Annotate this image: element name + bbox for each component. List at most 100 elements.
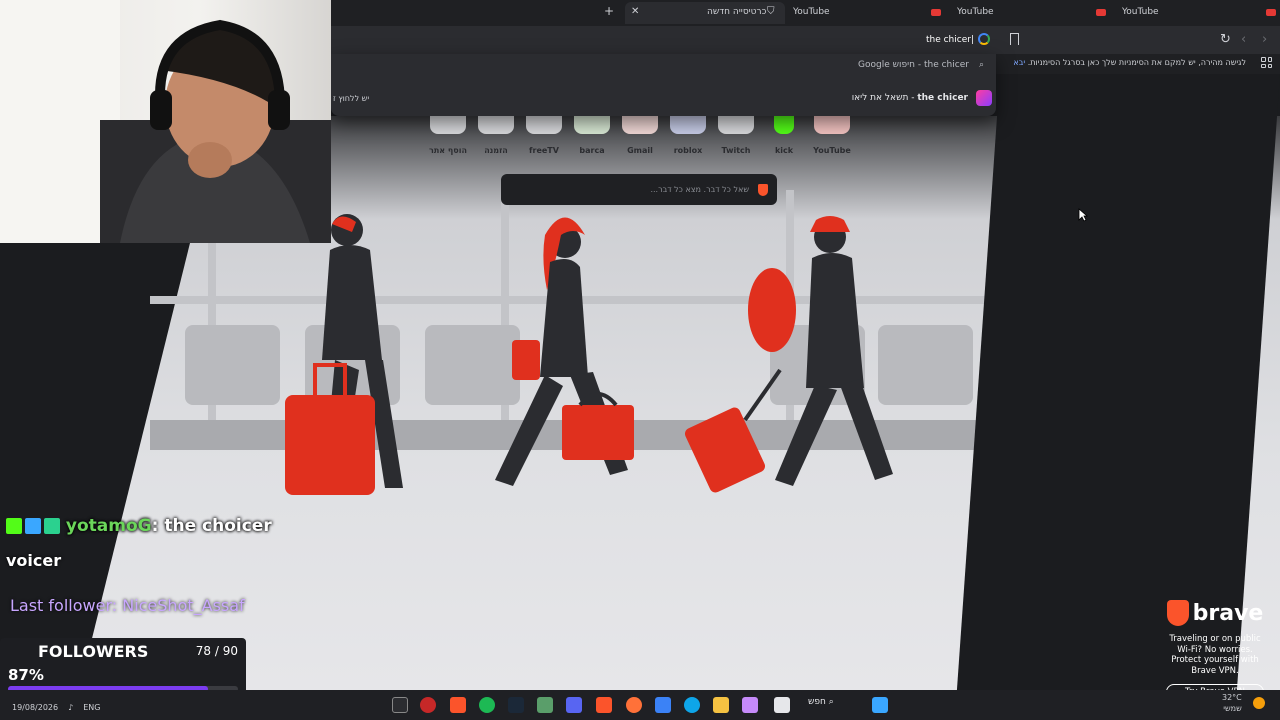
tile-freetv[interactable]: freeTV: [522, 116, 566, 155]
tile-label: הוסף אתר: [429, 146, 467, 155]
tile-label: Gmail: [627, 146, 653, 155]
tile-label: freeTV: [529, 146, 559, 155]
app-icon[interactable]: [420, 697, 436, 713]
suggestion-google[interactable]: ⌕ the chicer - חיפוש Google: [858, 60, 984, 70]
new-tab-button[interactable]: +: [604, 4, 614, 18]
omnibox-suggestions: ⌕ the chicer - חיפוש Google the chicer -…: [331, 54, 996, 116]
tile-kick[interactable]: kick: [762, 116, 806, 155]
spotify-icon[interactable]: [479, 697, 495, 713]
suggestion-query: the chicer: [917, 93, 968, 103]
apps-grid-icon[interactable]: [1261, 57, 1272, 68]
tile-label: kick: [774, 146, 794, 155]
ntp-search-placeholder: שאל כל דבר. מצא כל דבר...: [650, 185, 749, 194]
app-icon[interactable]: [774, 697, 790, 713]
temperature: 32°C: [1222, 693, 1242, 702]
sun-icon: [1253, 697, 1265, 709]
tab-label: YouTube: [793, 7, 830, 17]
ad-line: Protect yourself with: [1171, 655, 1259, 665]
google-icon: [978, 33, 990, 45]
bookmarks-bar: לגישה מהירה, יש למקם את הסימניות שלך כאן…: [996, 54, 1280, 74]
suggestion-leo[interactable]: the chicer - תשאל את ליאו: [852, 90, 992, 106]
chat-badges: [6, 518, 60, 534]
followers-count: 78 / 90: [195, 644, 238, 658]
traveler-2: [495, 217, 634, 486]
folder-icon[interactable]: [713, 697, 729, 713]
taskbar-search[interactable]: חפש ⌕: [808, 697, 834, 707]
ad-line: Brave VPN.: [1191, 665, 1239, 676]
followers-title: FOLLOWERS: [38, 642, 149, 661]
tab-label: YouTube: [957, 7, 994, 17]
kick-badge-icon: [6, 518, 22, 534]
suggestion-hint: יש ללחוץ ז: [333, 94, 370, 103]
tile-twitch[interactable]: Twitch: [714, 116, 758, 155]
suggestion-suffix: - תשאל את ליאו: [851, 93, 915, 103]
tile-label: הזמנה: [484, 146, 508, 155]
moderator-badge-icon: [25, 518, 41, 534]
tab-label: כרטיסייה חדשה: [707, 7, 767, 17]
suggestion-suffix: - חיפוש Google: [858, 60, 922, 70]
tab-youtube-1[interactable]: YouTube: [785, 2, 925, 24]
tile-label: Twitch: [721, 146, 751, 155]
ad-line: Wi-Fi? No worries.: [1177, 644, 1253, 655]
suggestion-query: the chicer: [923, 60, 969, 70]
mic-icon[interactable]: ♪: [68, 703, 73, 712]
webcam-feed: [0, 0, 331, 243]
close-tab-icon[interactable]: ✕: [631, 6, 639, 17]
language-indicator[interactable]: ENG: [83, 703, 100, 712]
steam-icon[interactable]: [508, 697, 524, 713]
ad-text: Traveling or on public Wi-Fi? No worries…: [1160, 634, 1270, 676]
tile-youtube[interactable]: YouTube: [810, 116, 854, 155]
tile-booking[interactable]: הזמנה: [474, 116, 518, 155]
tab-youtube-2[interactable]: YouTube: [925, 2, 1085, 24]
tile-add-site[interactable]: הוסף אתר: [426, 116, 470, 155]
tile-label: barca: [579, 146, 605, 155]
app-icon[interactable]: [537, 697, 553, 713]
youtube-icon: [931, 9, 941, 16]
search-icon: ⌕: [978, 60, 984, 70]
youtube-icon: [1096, 9, 1106, 16]
og-badge-icon: [44, 518, 60, 534]
brave-lion-icon: [1166, 600, 1189, 626]
streamer-image: [0, 0, 331, 243]
travelers-illustration: [150, 190, 1010, 495]
forward-icon[interactable]: ›: [1262, 32, 1267, 47]
app-icon[interactable]: [742, 697, 758, 713]
last-follower: Last follower: NiceShot_Assaf: [10, 596, 245, 615]
weather-text: שמשי: [1223, 704, 1242, 713]
discord-icon[interactable]: [566, 697, 582, 713]
address-value: the chicer: [925, 35, 971, 45]
screen: YouTube YouTube YouTube ✕ כרטיסייה חדשה …: [0, 0, 1280, 720]
taskbar-left: 19/08/2026 ♪ ENG: [12, 703, 100, 712]
edge-icon[interactable]: [684, 697, 700, 713]
back-icon[interactable]: ‹: [1241, 32, 1246, 47]
tab-new-tab[interactable]: ✕ כרטיסייה חדשה ⛉: [625, 2, 785, 24]
tab-label: YouTube: [1122, 7, 1159, 17]
tile-label: roblox: [673, 146, 703, 155]
store-icon[interactable]: [655, 697, 671, 713]
bookmark-icon[interactable]: [1010, 33, 1019, 45]
import-bookmarks-link[interactable]: יבא: [1013, 58, 1025, 67]
brave-taskbar-icon[interactable]: [596, 697, 612, 713]
brave-taskbar-icon[interactable]: [450, 697, 466, 713]
shield-icon: ⛉: [767, 6, 775, 17]
tab-youtube-3[interactable]: YouTube: [1090, 2, 1280, 24]
tile-gmail[interactable]: Gmail: [618, 116, 662, 155]
ntp-search-box[interactable]: שאל כל דבר. מצא כל דבר...: [501, 174, 777, 205]
epic-games-icon[interactable]: [392, 697, 408, 713]
address-input[interactable]: the chicer |: [331, 28, 996, 52]
tile-barca[interactable]: barca: [570, 116, 614, 155]
chat-message: yotamoG: the choicer: [6, 516, 272, 536]
windows-start-icon[interactable]: [872, 697, 888, 713]
weather-widget[interactable]: 32°C שמשי: [1222, 692, 1242, 714]
leo-icon: [976, 90, 992, 106]
brave-wordmark: brave: [1192, 600, 1264, 626]
ad-line: Traveling or on public: [1169, 634, 1261, 644]
chat-message-continued: voicer: [6, 551, 62, 570]
reload-icon[interactable]: ↻: [1220, 32, 1231, 47]
taskbar-search-label: חפש: [808, 697, 826, 707]
followers-percent: 87%: [8, 666, 44, 684]
firefox-icon[interactable]: [626, 697, 642, 713]
tile-roblox[interactable]: roblox: [666, 116, 710, 155]
mouse-cursor-icon: [1078, 208, 1088, 222]
date-label: 19/08/2026: [12, 703, 59, 712]
